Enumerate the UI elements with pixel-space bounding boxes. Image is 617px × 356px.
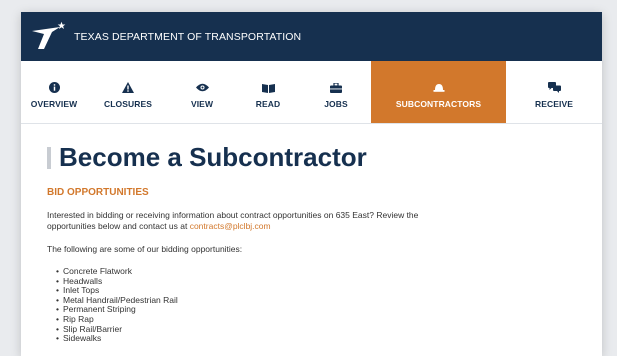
- nav-subcontractors[interactable]: SUBCONTRACTORS: [371, 61, 506, 123]
- txdot-logo-icon[interactable]: [30, 21, 70, 53]
- nav-receive[interactable]: RECEIVE: [506, 61, 602, 123]
- nav-subcontractors-label: SUBCONTRACTORS: [395, 98, 482, 109]
- main-nav: OVERVIEW CLOSURES VIEW READ JOBS SUBCONT…: [21, 61, 602, 124]
- nav-jobs-label: JOBS: [324, 98, 348, 109]
- nav-closures[interactable]: CLOSURES: [87, 61, 169, 123]
- briefcase-icon: [330, 80, 342, 96]
- nav-jobs[interactable]: JOBS: [301, 61, 371, 123]
- nav-overview-label: OVERVIEW: [30, 98, 78, 109]
- nav-receive-label: RECEIVE: [534, 98, 574, 109]
- info-icon: [48, 80, 60, 96]
- main-content: Become a Subcontractor BID OPPORTUNITIES…: [21, 124, 602, 344]
- eye-icon: [195, 80, 209, 96]
- book-icon: [261, 80, 275, 96]
- list-item: Headwalls: [56, 276, 576, 287]
- title-accent-bar: [47, 146, 51, 169]
- opportunities-list: Concrete Flatwork Headwalls Inlet Tops M…: [47, 266, 576, 344]
- nav-view[interactable]: VIEW: [169, 61, 235, 123]
- nav-view-label: VIEW: [190, 98, 214, 109]
- section-heading: BID OPPORTUNITIES: [47, 187, 149, 198]
- page-title: Become a Subcontractor: [59, 142, 367, 172]
- page-title-row: Become a Subcontractor: [47, 142, 576, 173]
- nav-read-label: READ: [255, 98, 281, 109]
- list-item: Rip Rap: [56, 314, 576, 325]
- nav-read[interactable]: READ: [235, 61, 301, 123]
- intro-paragraph: Interested in bidding or receiving infor…: [47, 210, 467, 232]
- nav-closures-label: CLOSURES: [103, 98, 153, 109]
- list-item: Permanent Striping: [56, 305, 576, 315]
- list-item: Sidewalks: [56, 334, 576, 344]
- chat-icon: [547, 80, 561, 96]
- agency-name: TEXAS DEPARTMENT OF TRANSPORTATION: [74, 30, 302, 43]
- browser-window: TEXAS DEPARTMENT OF TRANSPORTATION OVERV…: [21, 12, 602, 356]
- contact-email-link[interactable]: contracts@plclbj.com: [190, 221, 271, 231]
- list-item: Slip Rail/Barrier: [56, 324, 576, 335]
- list-intro: The following are some of our bidding op…: [47, 244, 243, 254]
- list-item: Concrete Flatwork: [56, 266, 576, 277]
- nav-overview[interactable]: OVERVIEW: [21, 61, 87, 123]
- hardhat-icon: [433, 80, 445, 96]
- warning-icon: [122, 80, 134, 96]
- site-header: TEXAS DEPARTMENT OF TRANSPORTATION: [21, 12, 602, 61]
